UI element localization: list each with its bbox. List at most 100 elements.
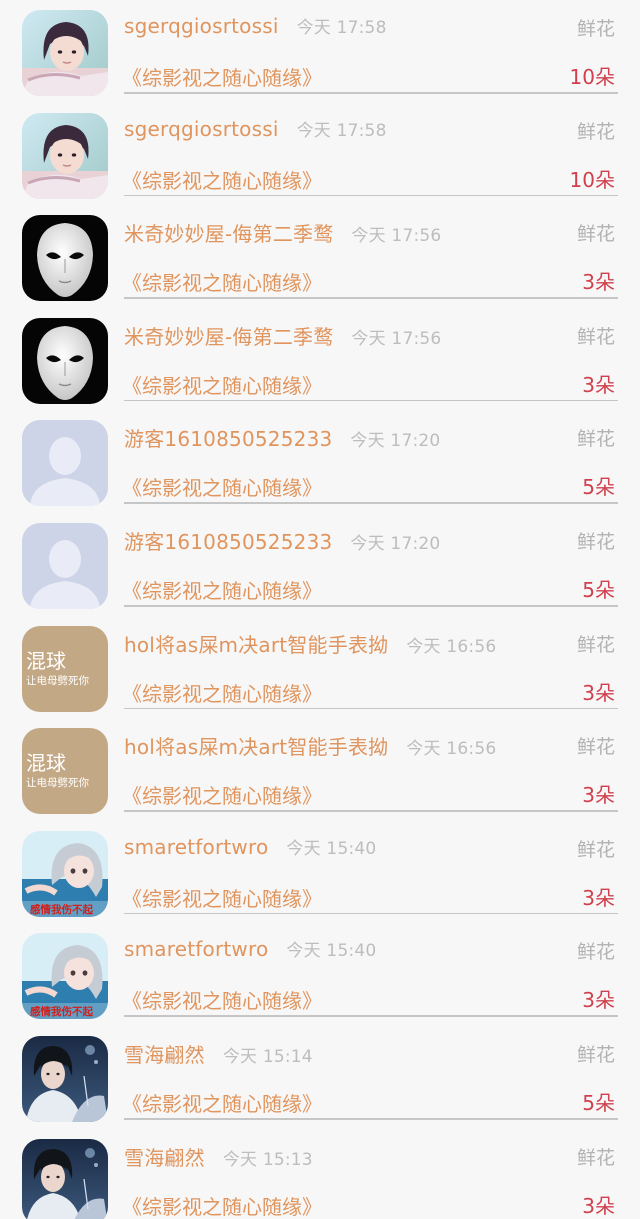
user-avatar[interactable] [22,523,108,609]
user-avatar[interactable]: 混球 让电母劈死你 [22,625,108,712]
sender-username[interactable]: 游客1610850525233 今天 17:20 [124,423,440,452]
user-avatar[interactable]: 感情我伤不起 [22,933,108,1020]
gift-timestamp: 今天 16:56 [406,739,497,760]
sender-username[interactable]: hol将as屎m决art智能手表拗 今天 16:56 [124,629,496,658]
row-divider [124,1118,618,1120]
user-avatar[interactable] [22,1138,108,1219]
sender-username[interactable]: 雪海翩然 今天 15:13 [124,1142,313,1171]
gift-record-row[interactable]: 混球 让电母劈死你 hol将as屎m决art智能手表拗 今天 16:56 鲜花《综影视之… [0,616,640,719]
work-title-link[interactable]: 《综影视之随心随缘》 [122,883,322,912]
work-title-link[interactable]: 《综影视之随心随缘》 [122,575,322,604]
gift-record-row[interactable]: 感情我伤不起 smaretfortwro 今天 15:40 鲜花 《综影视之随心随缘》 3… [0,923,640,1026]
gift-quantity: 10朵 [569,65,615,89]
gift-record-row[interactable]: 雪海翩然 今天 15:13 鲜花《综影视之随心随缘》 3朵 [0,1129,640,1219]
gift-timestamp: 今天 17:20 [350,431,441,452]
row-divider [124,92,618,94]
gift-type: 鲜花 [576,1146,615,1169]
sender-username-text: 雪海翩然 [124,1043,205,1067]
gift-timestamp: 今天 17:58 [296,18,387,38]
gift-timestamp: 今天 15:40 [286,838,377,859]
sender-username-text: sgerqgiosrtossi [124,116,279,141]
gift-record-row[interactable]: 米奇妙妙屋-侮第二季鹜 今天 17:56 鲜花 《综影视之随心随缘》 3朵 [0,205,640,308]
gift-quantity: 5朵 [582,475,615,500]
sender-username[interactable]: 米奇妙妙屋-侮第二季鹜 今天 17:56 [124,321,441,350]
sender-username[interactable]: sgerqgiosrtossi 今天 17:58 [124,116,387,141]
sender-username[interactable]: 雪海翩然 今天 15:14 [124,1039,313,1068]
gift-quantity: 3朵 [582,270,615,295]
user-avatar[interactable]: 感情我伤不起 [22,830,108,917]
gift-quantity: 3朵 [582,680,615,705]
gift-type: 鲜花 [576,1044,615,1066]
gift-record-row[interactable]: 感情我伤不起 smaretfortwro 今天 15:40 鲜花《综影视之随心随缘》 3… [0,821,640,924]
gift-type: 鲜花 [576,428,615,451]
work-title-link[interactable]: 《综影视之随心随缘》 [122,370,322,399]
svg-text:混球: 混球 [26,751,66,775]
gift-timestamp: 今天 15:14 [222,1047,313,1067]
gift-quantity: 3朵 [582,1193,615,1218]
gift-record-row[interactable]: 雪海翩然 今天 15:14 鲜花《综影视之随心随缘》 5朵 [0,1026,640,1129]
gift-quantity: 5朵 [582,1091,615,1115]
row-divider [124,707,618,710]
gift-type: 鲜花 [576,120,615,143]
gift-type: 鲜花 [576,838,615,861]
gift-type: 鲜花 [576,736,615,759]
sender-username[interactable]: smaretfortwro 今天 15:40 [124,936,376,961]
gift-record-row[interactable]: 游客1610850525233 今天 17:20 鲜花 《综影视之随心随缘》 5朵 [0,513,640,616]
sender-username-text: 游客1610850525233 [124,427,333,452]
gift-type: 鲜花 [576,633,615,656]
gift-timestamp: 今天 17:56 [351,226,442,247]
sender-username-text: smaretfortwro [124,937,269,962]
sender-username-text: 米奇妙妙屋-侮第二季鹜 [124,222,334,247]
gift-type: 鲜花 [576,18,615,40]
row-divider [124,194,618,197]
sender-username-text: 米奇妙妙屋-侮第二季鹜 [124,324,334,349]
gift-timestamp: 今天 17:56 [351,328,442,349]
gift-record-list: sgerqgiosrtossi 今天 17:58 鲜花 《综影视之随心随缘》 10朵 sg… [0,0,640,1219]
row-divider [124,912,618,915]
row-divider [124,605,618,607]
user-avatar[interactable] [22,1036,108,1122]
user-avatar[interactable] [22,317,108,404]
svg-text:混球: 混球 [26,649,66,673]
gift-record-row[interactable]: sgerqgiosrtossi 今天 17:58 鲜花《综影视之随心随缘》 10朵 [0,0,640,103]
sender-username[interactable]: 游客1610850525233 今天 17:20 [124,526,440,555]
sender-username[interactable]: hol将as屎m决art智能手表拗 今天 16:56 [124,731,496,760]
svg-text:让电母劈死你: 让电母劈死你 [26,776,89,789]
work-title-link[interactable]: 《综影视之随心随缘》 [122,678,322,707]
sender-username[interactable]: sgerqgiosrtossi 今天 17:58 [124,13,387,38]
gift-timestamp: 今天 15:40 [286,941,377,962]
user-avatar[interactable] [22,420,108,507]
work-title-link[interactable]: 《综影视之随心随缘》 [122,267,322,296]
work-title-link[interactable]: 《综影视之随心随缘》 [122,1191,322,1219]
gift-record-row[interactable]: 游客1610850525233 今天 17:20 鲜花《综影视之随心随缘》 5朵 [0,410,640,513]
work-title-link[interactable]: 《综影视之随心随缘》 [122,1088,322,1117]
sender-username[interactable]: 米奇妙妙屋-侮第二季鹜 今天 17:56 [124,218,441,247]
row-divider [124,502,618,504]
gift-record-row[interactable]: 米奇妙妙屋-侮第二季鹜 今天 17:56 鲜花 《综影视之随心随缘》 3朵 [0,308,640,411]
work-title-link[interactable]: 《综影视之随心随缘》 [122,165,322,194]
user-avatar[interactable]: 混球 让电母劈死你 [22,728,108,815]
user-avatar[interactable] [22,215,108,302]
gift-quantity: 3朵 [582,783,615,808]
gift-quantity: 10朵 [569,167,615,192]
work-title-link[interactable]: 《综影视之随心随缘》 [122,985,322,1014]
user-avatar[interactable] [22,112,108,199]
sender-username-text: 雪海翩然 [124,1145,205,1170]
gift-type: 鲜花 [576,325,615,348]
gift-timestamp: 今天 15:13 [222,1149,313,1170]
svg-text:让电母劈死你: 让电母劈死你 [26,674,89,687]
work-title-link[interactable]: 《综影视之随心随缘》 [122,62,322,91]
user-avatar[interactable] [22,10,108,96]
row-divider [124,297,618,299]
gift-record-row[interactable]: 混球 让电母劈死你 hol将as屎m决art智能手表拗 今天 16:56 鲜花《综影视之… [0,718,640,821]
sender-username-text: hol将as屎m决art智能手表拗 [124,632,389,657]
gift-quantity: 5朵 [582,578,615,602]
sender-username[interactable]: smaretfortwro 今天 15:40 [124,834,376,859]
row-divider [124,1015,618,1017]
gift-quantity: 3朵 [582,885,615,910]
row-divider [124,810,618,812]
work-title-link[interactable]: 《综影视之随心随缘》 [122,780,322,809]
svg-text:感情我伤不起: 感情我伤不起 [30,1005,93,1018]
gift-record-row[interactable]: sgerqgiosrtossi 今天 17:58 鲜花《综影视之随心随缘》 10朵 [0,103,640,206]
work-title-link[interactable]: 《综影视之随心随缘》 [122,472,322,501]
